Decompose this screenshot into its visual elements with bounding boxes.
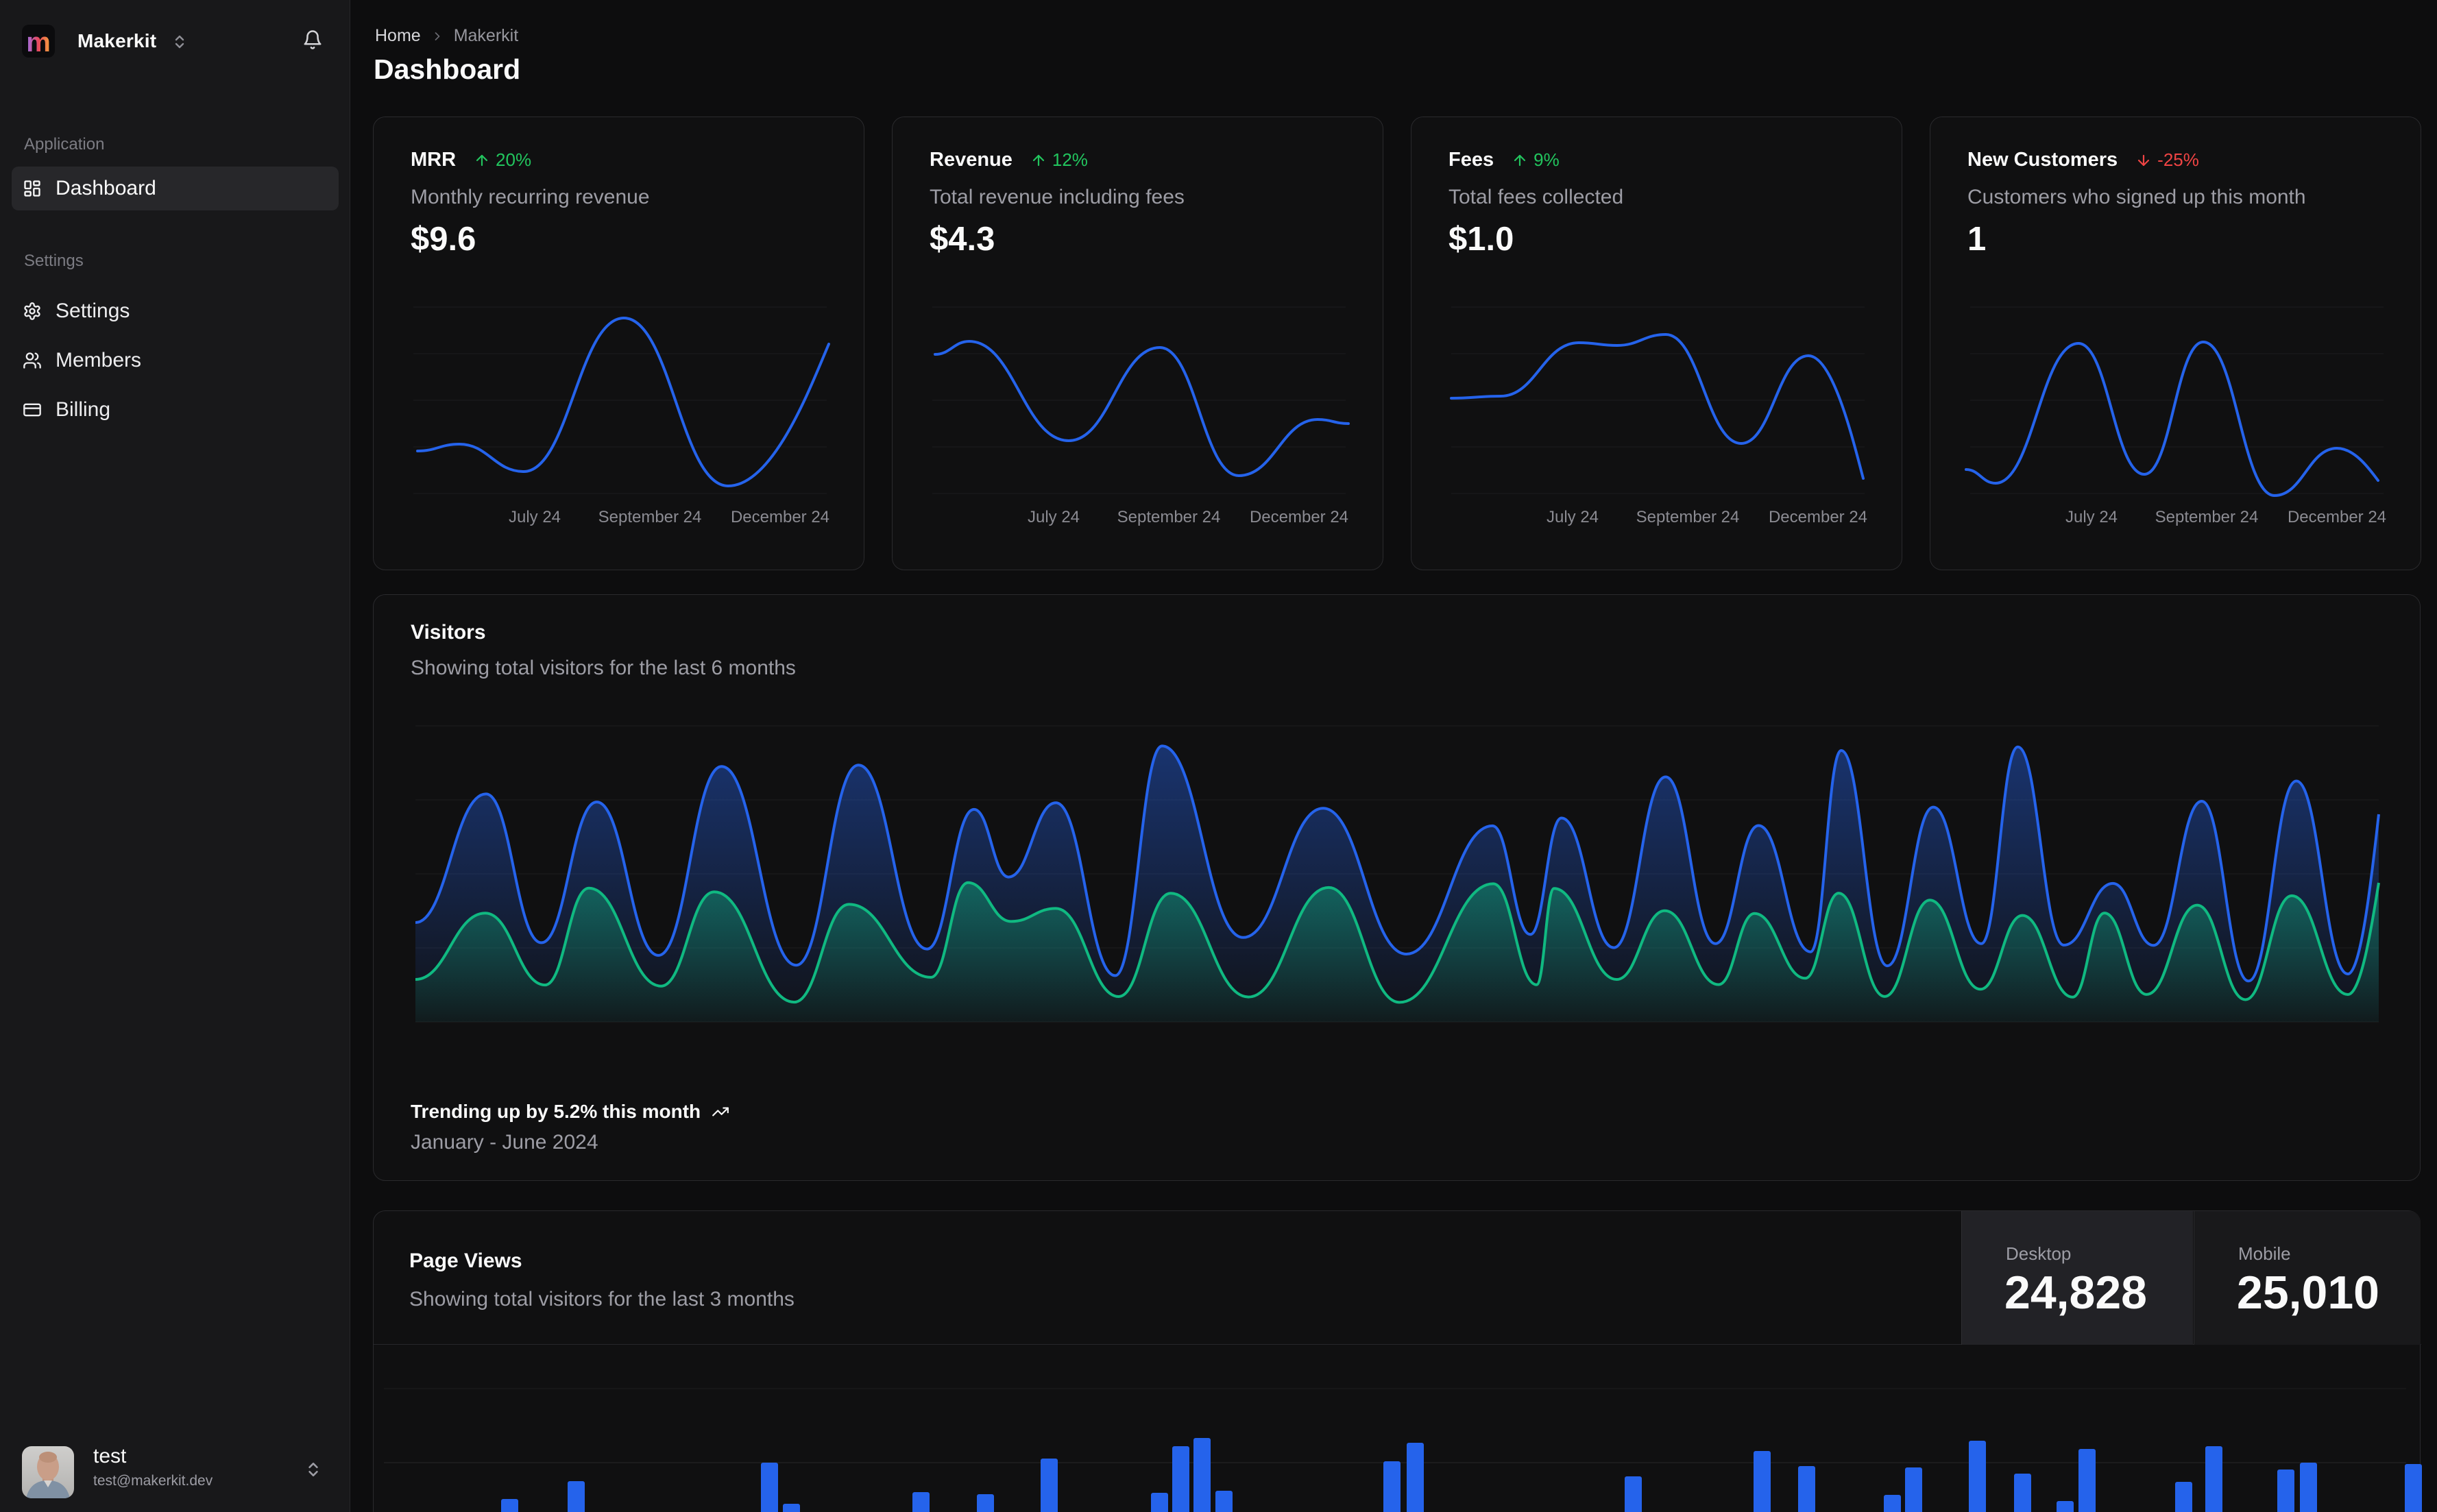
svg-text:m: m — [26, 27, 51, 58]
